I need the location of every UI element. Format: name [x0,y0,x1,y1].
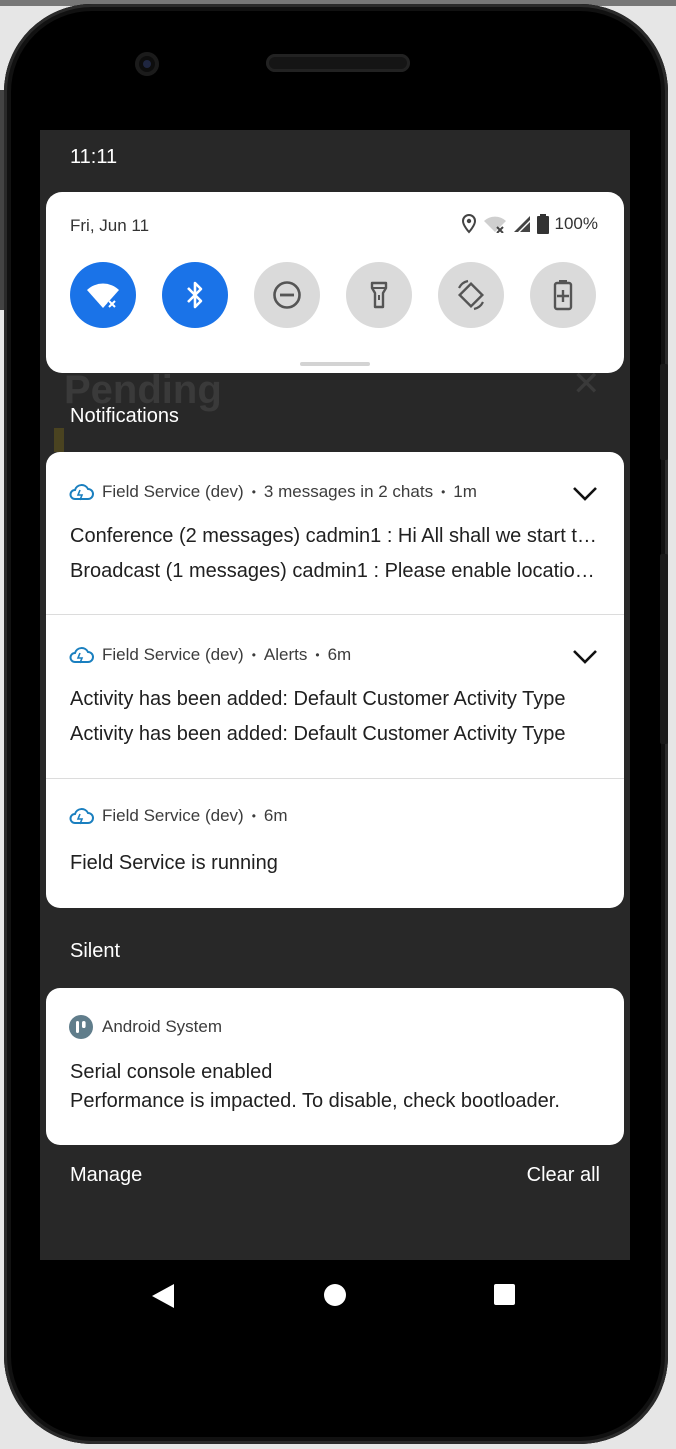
wifi-tile[interactable] [70,262,136,328]
notification-header: Field Service (dev) • Alerts • 6m [68,645,351,665]
notification-time: 1m [453,482,477,501]
notification-line: Broadcast (1 messages) cadmin1 : Please … [70,560,600,582]
earpiece-speaker [266,54,410,72]
header-separator: • [251,485,256,499]
notification-body: Performance is impacted. To disable, che… [70,1090,560,1112]
location-icon [461,214,476,234]
qs-drag-handle[interactable] [300,362,370,366]
header-separator: • [315,648,320,662]
do-not-disturb-tile[interactable] [254,262,320,328]
bluetooth-icon [187,281,203,309]
volume-button[interactable] [660,364,668,460]
notification-app-name: Android System [102,1017,222,1036]
qs-date: Fri, Jun 11 [70,216,150,235]
cell-signal-icon [513,216,530,232]
notification-header: Field Service (dev) • 6m [68,806,288,826]
notification-app-name: Field Service (dev) [102,806,244,825]
notification-line: Activity has been added: Default Custome… [70,688,566,710]
notification-chats[interactable]: Field Service (dev) • 3 messages in 2 ch… [46,452,624,615]
notification-line: Conference (2 messages) cadmin1 : Hi All… [70,525,600,547]
notification-app-name: Field Service (dev) [102,645,244,664]
battery-percentage: 100% [554,214,598,233]
expand-chevron-icon[interactable] [572,647,598,665]
notification-line: Activity has been added: Default Custome… [70,723,566,745]
expand-chevron-icon[interactable] [572,484,598,502]
auto-rotate-tile[interactable] [438,262,504,328]
field-service-cloud-icon [69,808,94,825]
home-icon[interactable] [324,1284,346,1306]
header-separator: • [441,485,446,499]
battery-saver-icon [553,280,573,311]
flashlight-icon [370,281,388,309]
notification-alerts[interactable]: Field Service (dev) • Alerts • 6m Activi… [46,615,624,779]
auto-rotate-icon [457,279,485,311]
battery-saver-tile[interactable] [530,262,596,328]
notifications-card: Field Service (dev) • 3 messages in 2 ch… [46,452,624,908]
silent-card: Android System Serial console enabled Pe… [46,988,624,1145]
power-button[interactable] [660,554,668,744]
notification-header: Field Service (dev) • 3 messages in 2 ch… [68,482,477,502]
notification-header: Android System [68,1014,222,1040]
navigation-bar [40,1260,630,1334]
field-service-cloud-icon [69,484,94,501]
manage-button[interactable]: Manage [70,1164,142,1187]
notification-time: 6m [327,645,352,664]
recents-icon[interactable] [494,1284,515,1305]
notification-android-system[interactable]: Android System Serial console enabled Pe… [46,988,624,1145]
quick-settings-panel: Fri, Jun 11 100% [46,192,624,373]
status-clock: 11:11 [70,146,118,168]
android-system-icon [69,1015,93,1039]
field-service-cloud-icon [69,647,94,664]
wifi-off-status-icon [483,216,506,233]
clear-all-button[interactable]: Clear all [527,1164,600,1187]
header-separator: • [251,809,256,823]
notifications-section-label: Notifications [70,405,179,427]
front-camera [135,52,159,76]
notification-title: Serial console enabled [70,1061,273,1083]
notification-running[interactable]: Field Service (dev) • 6m Field Service i… [46,779,624,908]
battery-icon [536,214,549,234]
qs-status-icons: 100% [461,214,598,234]
notification-line: Field Service is running [70,852,278,874]
do-not-disturb-icon [273,281,301,309]
background-app-accent [54,428,64,452]
wifi-icon [87,283,119,309]
notification-detail: 3 messages in 2 chats [263,482,434,501]
notification-app-name: Field Service (dev) [102,482,244,501]
silent-section-label: Silent [70,940,121,962]
bluetooth-tile[interactable] [162,262,228,328]
notification-detail: Alerts [263,645,308,664]
flashlight-tile[interactable] [346,262,412,328]
notification-time: 6m [263,806,288,825]
back-icon[interactable] [152,1284,174,1308]
notification-shade: 11:11 Pending ✕ Fri, Jun 11 100% Notific… [40,130,630,1260]
header-separator: • [251,648,256,662]
